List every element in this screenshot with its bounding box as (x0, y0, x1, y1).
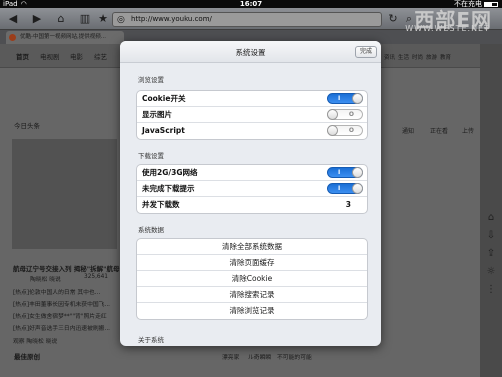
headline-views: 325,641 (84, 274, 108, 280)
headline-author: 陶晓松 晓说 (30, 277, 61, 283)
headline-title[interactable]: 航母辽宁号交接入列 揭秘"拆解"航母 (13, 263, 120, 273)
star-icon[interactable]: ★ (96, 12, 110, 26)
dialog-title: 系统设置 (235, 48, 266, 57)
favicon-icon (9, 34, 16, 41)
nav-news[interactable]: 资讯 (384, 53, 395, 61)
unfinished-download-label: 未完成下载提示 (142, 184, 195, 193)
browse-settings-group: Cookie开关 I 显示图片 O JavaScript O (136, 90, 368, 140)
original-tag[interactable]: 漂亮家 (222, 352, 239, 361)
news-item[interactable]: [热点]伦敦中国人的日常 其中也... (13, 287, 100, 296)
nav-edu[interactable]: 教育 (440, 53, 451, 61)
notify-link[interactable]: 通知 (402, 126, 414, 135)
original-tag[interactable]: 不可能的可能 (277, 352, 312, 361)
browser-tab[interactable]: 优酷-中国第一视频网站,提供视频... (6, 31, 124, 44)
mobile-network-toggle[interactable]: I (327, 167, 363, 178)
concurrent-downloads-label: 并发下载数 (142, 200, 180, 209)
share-icon[interactable]: ⇪ (485, 248, 497, 260)
unfinished-download-toggle[interactable]: I (327, 183, 363, 194)
news-item[interactable]: [热点]好声音选手三日内迅速被刷搬... (13, 323, 110, 332)
javascript-row: JavaScript O (137, 123, 367, 139)
browse-settings-title: 浏览设置 (138, 76, 164, 84)
home-icon[interactable]: ⌂ (485, 212, 497, 224)
system-data-group: 清除全部系统数据 清除页面缓存 清除Cookie 清除搜索记录 清除浏览记录 (136, 238, 368, 320)
cookie-row: Cookie开关 I (137, 91, 367, 107)
download-settings-group: 使用2G/3G网络 I 未完成下载提示 I 并发下载数 3 (136, 164, 368, 214)
nav-tv[interactable]: 电视剧 (40, 51, 60, 61)
original-tag[interactable]: ル奇瞬瞬 (248, 352, 271, 361)
mobile-network-row: 使用2G/3G网络 I (137, 165, 367, 181)
home-icon[interactable]: ⌂ (54, 12, 68, 26)
headline-image[interactable] (12, 139, 117, 249)
clear-page-cache-button[interactable]: 清除页面缓存 (137, 255, 367, 271)
concurrent-downloads-value: 3 (345, 200, 351, 209)
section-original: 最佳原创 (14, 353, 40, 361)
nav-movie[interactable]: 电影 (70, 51, 83, 61)
show-images-toggle[interactable]: O (327, 109, 363, 120)
bookmarks-icon[interactable]: ▥ (78, 12, 92, 26)
system-data-title: 系统数据 (138, 226, 164, 234)
settings-dialog: 系统设置 完成 浏览设置 Cookie开关 I 显示图片 O JavaScrip… (120, 41, 381, 346)
news-item[interactable]: [热点]女生做舍宿梦**""背"照片走红 (13, 311, 107, 320)
user-panel: 通知 正在看 上传 (390, 104, 475, 364)
cookie-label: Cookie开关 (142, 94, 186, 103)
javascript-label: JavaScript (142, 126, 185, 135)
watermark-url: WWW.WESTE.NET (405, 24, 490, 33)
show-images-label: 显示图片 (142, 110, 172, 119)
dialog-header: 系统设置 完成 (120, 41, 381, 63)
upload-link[interactable]: 上传 (462, 126, 474, 135)
nav-life[interactable]: 生活 (398, 53, 409, 61)
nav-fashion[interactable]: 时尚 (412, 53, 423, 61)
clear-search-history-button[interactable]: 清除搜索记录 (137, 287, 367, 303)
section-today: 今日头条 (14, 122, 40, 130)
bulb-icon[interactable]: ☼ (485, 266, 497, 278)
nav-travel[interactable]: 旅游 (426, 53, 437, 61)
download-icon[interactable]: ⇩ (485, 230, 497, 242)
done-button[interactable]: 完成 (355, 46, 377, 58)
quick-toolbar: ⌂ ⇩ ⇪ ☼ ⋮ (480, 44, 502, 377)
nav-home[interactable]: 首页 (16, 51, 29, 61)
show-images-row: 显示图片 O (137, 107, 367, 123)
clear-browse-history-button[interactable]: 清除浏览记录 (137, 303, 367, 319)
nav-variety[interactable]: 综艺 (94, 51, 107, 61)
javascript-toggle[interactable]: O (327, 125, 363, 136)
watching-link[interactable]: 正在看 (430, 126, 448, 135)
back-icon[interactable]: ◀ (6, 12, 20, 26)
news-footer-meta: 观察 陶晓松 晓说 (13, 339, 58, 345)
globe-icon: ◎ (117, 15, 125, 25)
concurrent-downloads-row[interactable]: 并发下载数 3 (137, 197, 367, 213)
tab-title: 优酷-中国第一视频网站,提供视频... (20, 34, 106, 40)
refresh-icon[interactable]: ↻ (386, 12, 400, 26)
cookie-toggle[interactable]: I (327, 93, 363, 104)
news-item[interactable]: [热点]丰田董事长因专机未获中国飞... (13, 299, 110, 308)
unfinished-download-row: 未完成下载提示 I (137, 181, 367, 197)
clear-all-data-button[interactable]: 清除全部系统数据 (137, 239, 367, 255)
mobile-network-label: 使用2G/3G网络 (142, 168, 198, 177)
more-icon[interactable]: ⋮ (485, 284, 497, 296)
clear-cookie-button[interactable]: 清除Cookie (137, 271, 367, 287)
about-system-title: 关于系统 (138, 336, 164, 344)
forward-icon[interactable]: ▶ (30, 12, 44, 26)
url-text: http://www.youku.com/ (131, 15, 212, 23)
address-bar[interactable]: ◎ http://www.youku.com/ (112, 12, 382, 27)
download-settings-title: 下载设置 (138, 152, 164, 160)
